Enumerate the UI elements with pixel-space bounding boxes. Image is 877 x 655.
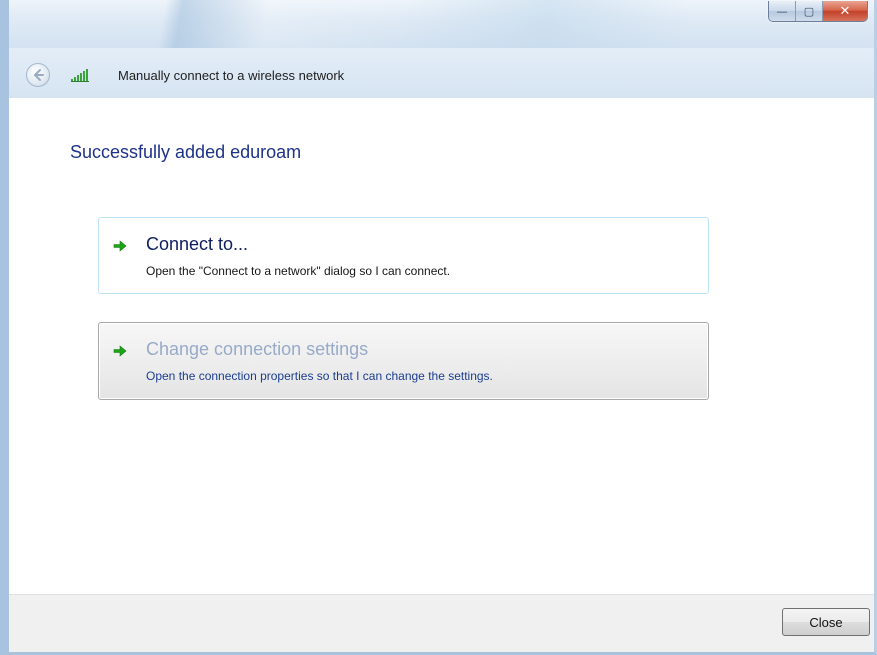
- wireless-signal-icon: [71, 69, 89, 82]
- maximize-icon: ▢: [803, 4, 815, 18]
- back-arrow-icon: [34, 69, 44, 81]
- command-link-description: Open the connection properties so that I…: [146, 369, 493, 383]
- caption-buttons: — ▢ ✕: [768, 1, 868, 22]
- green-arrow-icon: [113, 240, 127, 252]
- title-bar[interactable]: — ▢ ✕: [9, 0, 874, 48]
- window-frame-left: [0, 230, 9, 655]
- green-arrow-icon: [113, 345, 127, 357]
- minimize-button[interactable]: —: [769, 1, 796, 21]
- command-link-title: Change connection settings: [146, 339, 369, 359]
- close-window-button[interactable]: ✕: [823, 1, 867, 21]
- window-title: Manually connect to a wireless network: [118, 68, 345, 83]
- minimize-icon: —: [776, 4, 788, 18]
- back-button[interactable]: [26, 63, 50, 87]
- close-icon: ✕: [839, 3, 851, 19]
- dialog-window: — ▢ ✕ Manually connect to a wireless net…: [0, 0, 877, 655]
- navigation-bar: Manually connect to a wireless network: [9, 48, 874, 98]
- change-connection-settings-command-link[interactable]: Change connection settings Open the conn…: [98, 322, 709, 400]
- close-button[interactable]: Close: [782, 608, 870, 636]
- dialog-content: Successfully added eduroam Connect to...…: [9, 98, 874, 594]
- page-heading: Successfully added eduroam: [70, 142, 302, 162]
- connect-to-command-link[interactable]: Connect to... Open the "Connect to a net…: [98, 217, 709, 294]
- command-link-title: Connect to...: [146, 234, 249, 254]
- dialog-footer: Close: [9, 594, 874, 652]
- maximize-button[interactable]: ▢: [796, 1, 823, 21]
- command-link-description: Open the "Connect to a network" dialog s…: [146, 264, 451, 278]
